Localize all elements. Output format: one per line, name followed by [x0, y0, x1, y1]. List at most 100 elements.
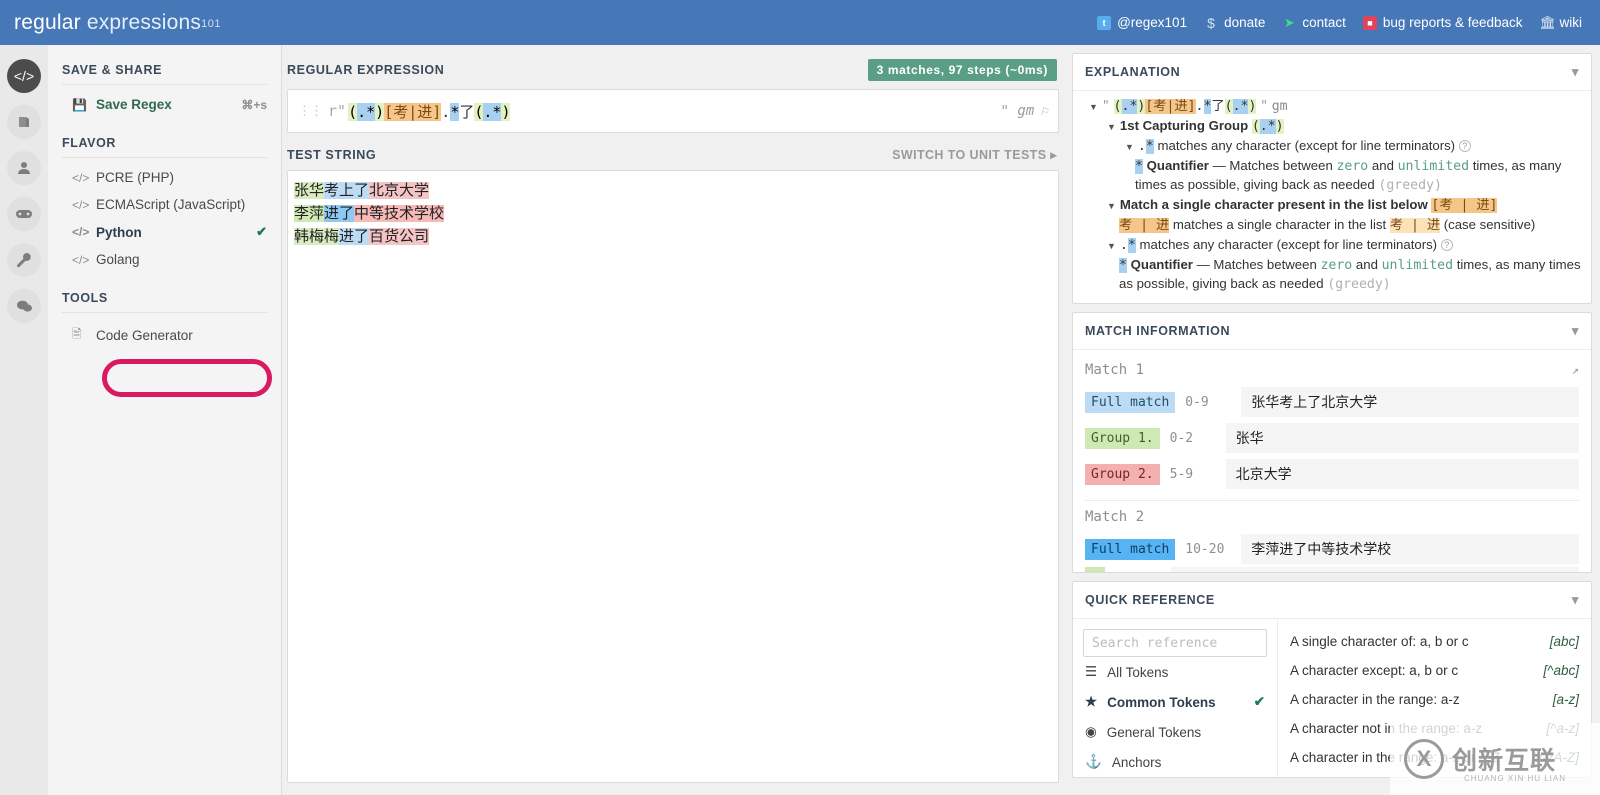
qr-row-token: [abc] [1549, 634, 1579, 649]
regex-input[interactable]: ⋮⋮ r" (.*)[考|进].*了(.*) " gm ⚐ [287, 89, 1059, 133]
quantifier2-text: — Matches between [1196, 257, 1321, 272]
chevron-down-icon[interactable]: ▾ [1572, 64, 1579, 80]
test-string-input[interactable]: 张华考上了北京大学 李萍进了中等技术学校 韩梅梅进了百货公司 [287, 170, 1059, 783]
floppy-disk-icon: 💾 [72, 97, 87, 112]
sidebar: SAVE & SHARE 💾 Save Regex ⌘+s FLAVOR </>… [48, 45, 282, 795]
center-pane: REGULAR EXPRESSION 3 matches, 97 steps (… [283, 45, 1063, 795]
quantifier-token: * [1135, 159, 1143, 174]
qr-row-desc: A single character of: a, b or c [1290, 634, 1469, 649]
explanation-node-dotstar-1[interactable]: ▼ .* matches any character (except for li… [1079, 137, 1581, 156]
search-reference-input[interactable] [1083, 629, 1267, 657]
sidebar-item-code-generator[interactable]: 🖹 Code Generator [48, 319, 281, 352]
match-information-body: Match 1 ↗ Full match 0-9 张华考上了北京大学 Group… [1073, 350, 1591, 572]
test-line: 韩梅梅进了百货公司 [294, 225, 1052, 248]
match-group2-highlight: 百货公司 [369, 228, 430, 245]
regex101-page: regular expressions101 t @regex101 $ donat… [0, 0, 1600, 795]
match-middle-highlight: 考上了 [324, 182, 370, 199]
chat-icon[interactable] [7, 289, 41, 323]
triangle-down-icon[interactable]: ▼ [1107, 241, 1116, 251]
sidebar-item-flavor-pcre[interactable]: </> PCRE (PHP) [48, 164, 281, 191]
qr-category-all-tokens[interactable]: ☰ All Tokens [1083, 657, 1267, 687]
nav-bug-reports[interactable]: ■ bug reports & feedback [1362, 15, 1523, 30]
help-icon[interactable]: ? [1458, 140, 1471, 152]
dotstar-text: matches any character (except for line t… [1157, 138, 1456, 153]
help-icon[interactable]: ? [1440, 239, 1453, 251]
explanation-node-charclass[interactable]: ▼ Match a single character present in the… [1079, 196, 1581, 215]
quick-reference-title: QUICK REFERENCE [1085, 593, 1215, 607]
divider [62, 157, 267, 158]
dollar-icon: $ [1207, 14, 1215, 31]
qr-category-label: Anchors [1111, 754, 1162, 770]
charclass-detail-token: 考 | 进 [1119, 218, 1170, 233]
chevron-down-icon[interactable]: ▾ [1572, 323, 1579, 339]
match-row: Group 2. 5-9 北京大学 [1073, 456, 1591, 492]
qr-row[interactable]: A character except: a, b or c [^abc] [1290, 656, 1579, 685]
qr-row-desc: A character not in the range: a-z [1290, 721, 1483, 736]
regex-flags[interactable]: " gm ⚐ [1000, 102, 1048, 120]
match-row: Full match 10-20 李萍进了中等技术学校 [1073, 531, 1591, 567]
account-icon[interactable] [7, 151, 41, 185]
sidebar-item-flavor-golang[interactable]: </> Golang [48, 246, 281, 273]
group-2-tag: Group 2. [1085, 463, 1160, 485]
bank-icon: 🏛 [1539, 14, 1557, 30]
chevron-down-icon[interactable]: ▾ [1572, 592, 1579, 608]
match-information-header: MATCH INFORMATION ▾ [1073, 313, 1591, 350]
nav-wiki[interactable]: 🏛 wiki [1540, 15, 1583, 30]
switch-to-unit-tests-link[interactable]: SWITCH TO UNIT TESTS ▸ [892, 147, 1057, 162]
qr-row-desc: A character in the range: a-z or A-Z [1290, 750, 1501, 765]
sidebar-section-tools: TOOLS [62, 291, 108, 305]
drag-handle-icon[interactable]: ⋮⋮ [298, 104, 323, 119]
qr-category-general-tokens[interactable]: ◉ General Tokens [1083, 717, 1267, 747]
save-regex-label: Save Regex [96, 97, 172, 112]
quantifier2-mid: and [1352, 257, 1382, 272]
full-match-tag: Full match [1085, 391, 1176, 413]
match-row-clipped [1073, 567, 1591, 572]
code-icon: </> [72, 197, 90, 212]
match-value: 李萍进了中等技术学校 [1241, 534, 1579, 564]
gamepad-icon[interactable] [7, 197, 41, 231]
explanation-node-dotstar-2[interactable]: ▼ .* matches any character (except for li… [1079, 236, 1581, 255]
explanation-body: ▼ " (.*)[考|进].*了(.*) " gm ▼ 1st Capturing … [1073, 91, 1591, 303]
charclass-label: Match a single character present in the … [1119, 197, 1428, 212]
export-icon[interactable]: ↗ [1572, 363, 1579, 377]
root-flags: gm [1271, 99, 1288, 114]
match-1-title: Match 1 [1085, 362, 1145, 378]
sidebar-item-save-regex[interactable]: 💾 Save Regex ⌘+s [48, 91, 281, 118]
match-value: 张华 [1225, 423, 1579, 453]
qr-category-anchors[interactable]: ⚓ Anchors [1083, 747, 1267, 777]
triangle-down-icon[interactable]: ▼ [1089, 102, 1098, 112]
quantifier-greedy: (greedy) [1378, 178, 1442, 193]
quick-reference-body: ☰ All Tokens ★ Common Tokens ✔ ◉ General… [1073, 619, 1591, 777]
charclass-detail-text: matches a single character in the list [1169, 217, 1390, 232]
match-count-badge: 3 matches, 97 steps (~0ms) [867, 59, 1057, 81]
flag-icon[interactable]: ⚐ [1040, 104, 1048, 119]
quantifier-text: — Matches between [1212, 158, 1337, 173]
explanation-node-quantifier-2: * Quantifier — Matches between zero and … [1079, 256, 1581, 294]
nav-contact[interactable]: ➤ contact [1282, 15, 1346, 30]
bug-icon: ■ [1362, 15, 1377, 30]
explanation-node-group1[interactable]: ▼ 1st Capturing Group (.*) [1079, 117, 1581, 136]
quantifier2-token: * [1119, 258, 1127, 273]
test-line: 李萍进了中等技术学校 [294, 202, 1052, 225]
triangle-down-icon[interactable]: ▼ [1125, 142, 1134, 152]
qr-row[interactable]: A character in the range: a-z [a-z] [1290, 685, 1579, 714]
sidebar-item-flavor-ecmascript[interactable]: </> ECMAScript (JavaScript) [48, 191, 281, 218]
quantifier2-greedy: (greedy) [1327, 277, 1391, 292]
wrench-icon[interactable] [7, 243, 41, 277]
qr-category-common-tokens[interactable]: ★ Common Tokens ✔ [1083, 687, 1267, 717]
right-pane: EXPLANATION ▾ ▼ " (.*)[考|进].*了(.*) " gm ▼… [1064, 45, 1600, 795]
qr-row[interactable]: A character in the range: a-z or A-Z [a-… [1290, 743, 1579, 772]
site-logo[interactable]: regular expressions101 [14, 11, 221, 35]
icon-rail: </> [0, 45, 48, 795]
qr-row[interactable]: A single character of: a, b or c [abc] [1290, 627, 1579, 656]
nav-twitter[interactable]: t @regex101 [1097, 15, 1187, 30]
triangle-down-icon[interactable]: ▼ [1107, 122, 1116, 132]
qr-row[interactable]: A character not in the range: a-z [^a-z] [1290, 714, 1579, 743]
explanation-root[interactable]: ▼ " (.*)[考|进].*了(.*) " gm [1079, 97, 1581, 116]
nav-donate[interactable]: $ donate [1204, 15, 1265, 30]
library-icon[interactable] [7, 105, 41, 139]
regex-pattern[interactable]: (.*)[考|进].*了(.*) [348, 101, 511, 122]
sidebar-item-flavor-python[interactable]: </> Python ✔ [48, 218, 281, 246]
code-icon[interactable]: </> [7, 59, 41, 93]
triangle-down-icon[interactable]: ▼ [1107, 201, 1116, 211]
